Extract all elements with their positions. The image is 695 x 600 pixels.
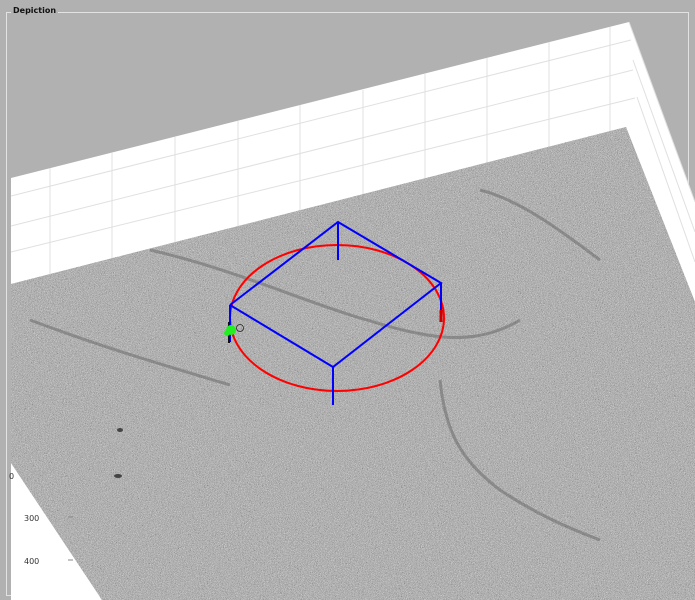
depiction-3d-view[interactable]: 0 300 400	[0, 0, 695, 600]
partial-tick-label: 0	[9, 472, 14, 481]
y-tick-300: 300	[24, 514, 39, 523]
y-tick-400: 400	[24, 557, 39, 566]
